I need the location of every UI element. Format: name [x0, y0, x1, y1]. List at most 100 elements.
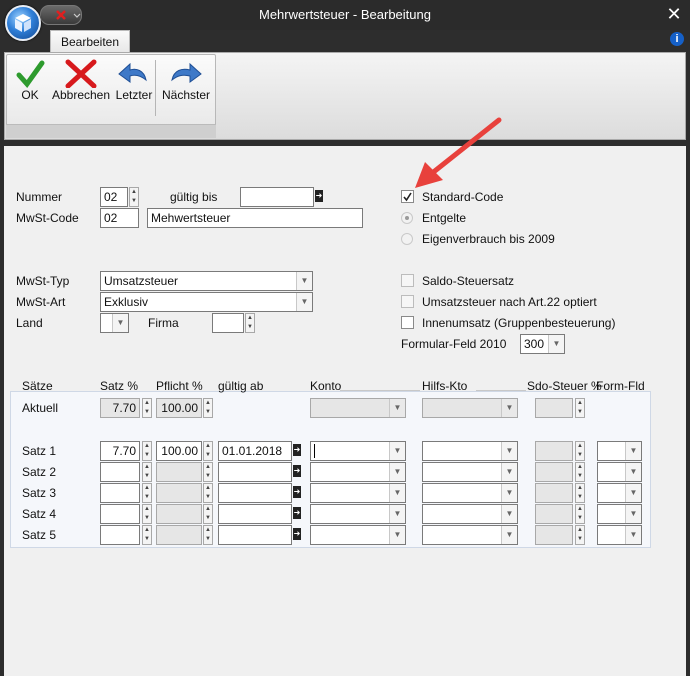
satz-spinner[interactable]: ▲ ▼: [142, 462, 152, 482]
satz-input[interactable]: [100, 504, 140, 524]
chevron-down-icon[interactable]: ▼: [625, 484, 641, 502]
pflicht-input: [156, 462, 202, 482]
sdo-steuer-input: [535, 441, 573, 461]
tab-bearbeiten[interactable]: Bearbeiten: [50, 30, 130, 52]
sdo-steuer-spinner[interactable]: ▲ ▼: [575, 462, 585, 482]
satz-input[interactable]: [100, 462, 140, 482]
ribbon-separator: [155, 60, 156, 116]
pflicht-spinner[interactable]: ▲ ▼: [203, 483, 213, 503]
satz-spinner[interactable]: ▲ ▼: [142, 483, 152, 503]
sdo-steuer-input: [535, 483, 573, 503]
mwst-code-input[interactable]: 02: [100, 208, 139, 228]
abbrechen-label: Abbrechen: [51, 88, 111, 102]
satz-spinner[interactable]: ▲ ▼: [142, 504, 152, 524]
ribbon-group-footer: [6, 124, 216, 138]
chevron-down-icon[interactable]: ▼: [389, 526, 405, 544]
date-picker-icon[interactable]: ➜: [293, 528, 301, 540]
nummer-spinner[interactable]: ▲ ▼: [129, 187, 139, 207]
satz-spinner[interactable]: ▲ ▼: [142, 525, 152, 545]
date-picker-icon[interactable]: ➜: [315, 190, 323, 202]
chevron-down-icon[interactable]: ▼: [389, 505, 405, 523]
entgelte-label: Entgelte: [422, 211, 467, 225]
eigenverbrauch-radio[interactable]: [401, 233, 413, 245]
gueltig-ab-input[interactable]: [218, 525, 292, 545]
sdo-steuer-spinner[interactable]: ▲ ▼: [575, 441, 585, 461]
chevron-down-icon[interactable]: ▼: [625, 526, 641, 544]
chevron-down-icon[interactable]: ▼: [389, 442, 405, 460]
date-picker-icon[interactable]: ➜: [293, 507, 301, 519]
gueltig-ab-input[interactable]: 01.01.2018: [218, 441, 292, 461]
letzter-button[interactable]: Letzter: [114, 58, 154, 110]
gueltig-ab-input[interactable]: [218, 462, 292, 482]
firma-spinner[interactable]: ▲ ▼: [245, 313, 255, 333]
chevron-down-icon[interactable]: ▼: [501, 442, 517, 460]
firma-input[interactable]: [212, 313, 244, 333]
nummer-label: Nummer: [16, 190, 63, 204]
date-picker-icon[interactable]: ➜: [293, 444, 301, 456]
chevron-down-icon[interactable]: ▼: [389, 463, 405, 481]
land-label: Land: [16, 316, 43, 330]
sdo-steuer-spinner[interactable]: ▲ ▼: [575, 504, 585, 524]
date-picker-icon[interactable]: ➜: [293, 465, 301, 477]
saldo-steuersatz-checkbox[interactable]: [401, 274, 414, 287]
chevron-down-icon[interactable]: ▼: [625, 505, 641, 523]
pflicht-input[interactable]: 100.00: [156, 441, 202, 461]
mwst-art-select[interactable]: Exklusiv: [100, 292, 313, 312]
annotation-arrow-icon: [415, 117, 502, 188]
aktuell-sdo-spinner: ▲ ▼: [575, 398, 585, 418]
chevron-down-icon[interactable]: ▼: [501, 505, 517, 523]
chevron-down-icon[interactable]: ▼: [501, 484, 517, 502]
nummer-input[interactable]: 02: [100, 187, 128, 207]
arrow-back-icon: [118, 62, 147, 83]
satz-row-label: Satz 5: [22, 528, 57, 542]
letzter-label: Letzter: [115, 88, 153, 102]
pflicht-spinner[interactable]: ▲ ▼: [203, 441, 213, 461]
abbrechen-button[interactable]: Abbrechen: [50, 58, 112, 110]
pflicht-spinner[interactable]: ▲ ▼: [203, 525, 213, 545]
naechster-button[interactable]: Nächster: [160, 58, 212, 110]
mwst-name-input[interactable]: Mehwertsteuer: [147, 208, 363, 228]
mwst-typ-select[interactable]: Umsatzsteuer: [100, 271, 313, 291]
mwst-art-label: MwSt-Art: [16, 295, 66, 309]
pflicht-input: [156, 483, 202, 503]
window-title: Mehrwertsteuer - Bearbeitung: [259, 7, 431, 22]
form-fld-header: Form-Fld: [596, 379, 645, 393]
art22-checkbox[interactable]: [401, 295, 414, 308]
satz-input[interactable]: [100, 525, 140, 545]
pflicht-input: [156, 525, 202, 545]
gueltig-ab-input[interactable]: [218, 483, 292, 503]
aktuell-satz-spinner: ▲ ▼: [142, 398, 152, 418]
naechster-label: Nächster: [161, 88, 211, 102]
sdo-steuer-spinner[interactable]: ▲ ▼: [575, 525, 585, 545]
gueltig-ab-input[interactable]: [218, 504, 292, 524]
pflicht-spinner[interactable]: ▲ ▼: [203, 462, 213, 482]
chevron-down-icon[interactable]: ▼: [625, 463, 641, 481]
mwst-typ-label: MwSt-Typ: [16, 274, 70, 288]
gueltig-bis-label: gültig bis: [170, 190, 218, 204]
chevron-down-icon[interactable]: ▼: [112, 314, 128, 332]
date-picker-icon[interactable]: ➜: [293, 486, 301, 498]
sdo-steuer-spinner[interactable]: ▲ ▼: [575, 483, 585, 503]
entgelte-radio[interactable]: [401, 212, 413, 224]
chevron-down-icon[interactable]: ▼: [501, 463, 517, 481]
satz-input[interactable]: 7.70: [100, 441, 140, 461]
satz-input[interactable]: [100, 483, 140, 503]
sdo-steuer-input: [535, 525, 573, 545]
pflicht-pct-header: Pflicht %: [156, 379, 203, 393]
chevron-down-icon[interactable]: ▼: [501, 526, 517, 544]
chevron-down-icon[interactable]: ▼: [548, 335, 564, 353]
chevron-down-icon[interactable]: ▼: [296, 293, 312, 311]
ok-button[interactable]: OK: [12, 58, 48, 110]
help-icon[interactable]: i: [670, 32, 684, 46]
gueltig-bis-input[interactable]: [240, 187, 314, 207]
chevron-down-icon[interactable]: ▼: [625, 442, 641, 460]
chevron-down-icon[interactable]: ▼: [389, 484, 405, 502]
innenumsatz-label: Innenumsatz (Gruppenbesteuerung): [422, 316, 616, 330]
close-window-button[interactable]: ✕: [664, 4, 684, 24]
pflicht-spinner[interactable]: ▲ ▼: [203, 504, 213, 524]
mwst-typ-value: Umsatzsteuer: [104, 274, 179, 288]
satz-spinner[interactable]: ▲ ▼: [142, 441, 152, 461]
innenumsatz-checkbox[interactable]: [401, 316, 414, 329]
chevron-down-icon[interactable]: ▼: [296, 272, 312, 290]
gueltig-ab-header: gültig ab: [218, 379, 264, 393]
